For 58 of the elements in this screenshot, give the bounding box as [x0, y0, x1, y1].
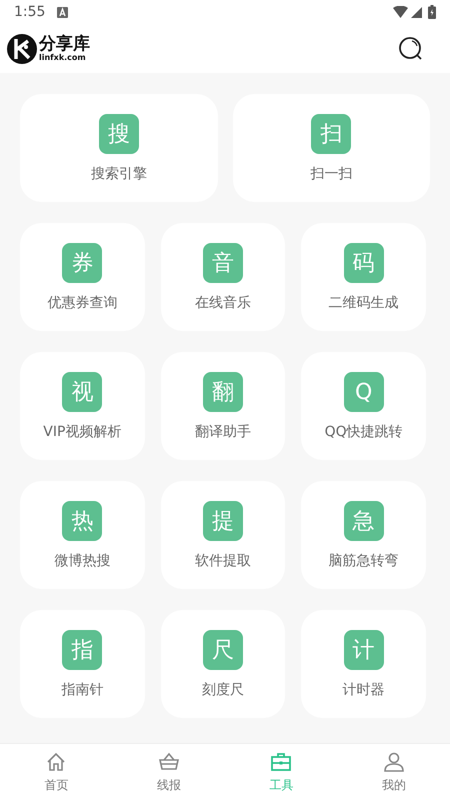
search-icon[interactable] [398, 36, 424, 62]
tool-card[interactable]: 急 脑筋急转弯 [301, 481, 426, 589]
tool-label: 指南针 [61, 681, 104, 700]
tool-label: 脑筋急转弯 [328, 552, 399, 571]
tool-badge: 尺 [202, 630, 243, 670]
battery-icon [428, 5, 436, 19]
tool-badge: 提 [202, 501, 243, 541]
nav-tab[interactable]: 我的 [338, 744, 450, 800]
tool-card[interactable]: 提 软件提取 [160, 481, 286, 589]
tool-badge: 搜 [98, 114, 139, 154]
tool-badge: 视 [62, 372, 102, 412]
tool-label: 微博热搜 [54, 552, 110, 571]
tool-card[interactable]: 码 二维码生成 [301, 223, 426, 331]
wifi-icon [393, 6, 408, 18]
tool-card[interactable]: 券 优惠券查询 [20, 223, 145, 331]
tool-label: 翻译助手 [194, 423, 251, 442]
tool-label: 在线音乐 [194, 294, 251, 313]
tool-label: 二维码生成 [328, 294, 399, 313]
tool-badge: 扫 [311, 114, 352, 154]
status-time: 1:55 [14, 2, 46, 22]
tool-card[interactable]: Q QQ快捷跳转 [301, 352, 426, 460]
tool-badge: 计 [344, 630, 384, 670]
notification-icon [57, 6, 68, 18]
tool-badge: 券 [62, 243, 102, 283]
home-icon [45, 750, 68, 772]
logo-icon [6, 32, 38, 64]
tool-card[interactable]: 搜 搜索引擎 [20, 94, 218, 202]
tool-badge: 音 [202, 243, 243, 283]
toolbox-icon [270, 750, 292, 772]
tool-label: 搜索引擎 [90, 165, 147, 184]
tool-badge: 热 [62, 501, 102, 541]
logo-domain: linfxk.com [39, 54, 87, 62]
tool-badge: 指 [62, 630, 102, 670]
tool-label: 优惠券查询 [47, 294, 118, 313]
tool-badge: 急 [344, 501, 384, 541]
tool-card[interactable]: 翻 翻译助手 [160, 352, 286, 460]
tool-label: 计时器 [342, 681, 385, 700]
tool-card[interactable]: 指 指南针 [20, 610, 145, 718]
tool-card[interactable]: 音 在线音乐 [160, 223, 286, 331]
tool-card[interactable]: 计 计时器 [301, 610, 426, 718]
tool-label: VIP视频解析 [43, 423, 122, 442]
tool-label: 刻度尺 [202, 681, 244, 700]
logo-title: 分享库 [39, 36, 90, 52]
tool-card[interactable]: 扫 扫一扫 [232, 94, 430, 202]
signal-icon [411, 6, 422, 18]
tool-badge: 码 [344, 243, 384, 283]
nav-tab[interactable]: 首页 [0, 744, 112, 800]
tool-badge: 翻 [202, 372, 243, 412]
basket-icon [158, 750, 180, 772]
person-icon [382, 750, 405, 772]
tool-label: 扫一扫 [310, 165, 352, 184]
tool-badge: Q [344, 372, 384, 412]
tool-label: 软件提取 [194, 552, 251, 571]
tool-card[interactable]: 视 VIP视频解析 [20, 352, 145, 460]
nav-tab[interactable]: 线报 [112, 744, 225, 800]
tool-label: QQ快捷跳转 [324, 423, 403, 442]
tool-card[interactable]: 热 微博热搜 [20, 481, 145, 589]
tool-card[interactable]: 尺 刻度尺 [160, 610, 286, 718]
